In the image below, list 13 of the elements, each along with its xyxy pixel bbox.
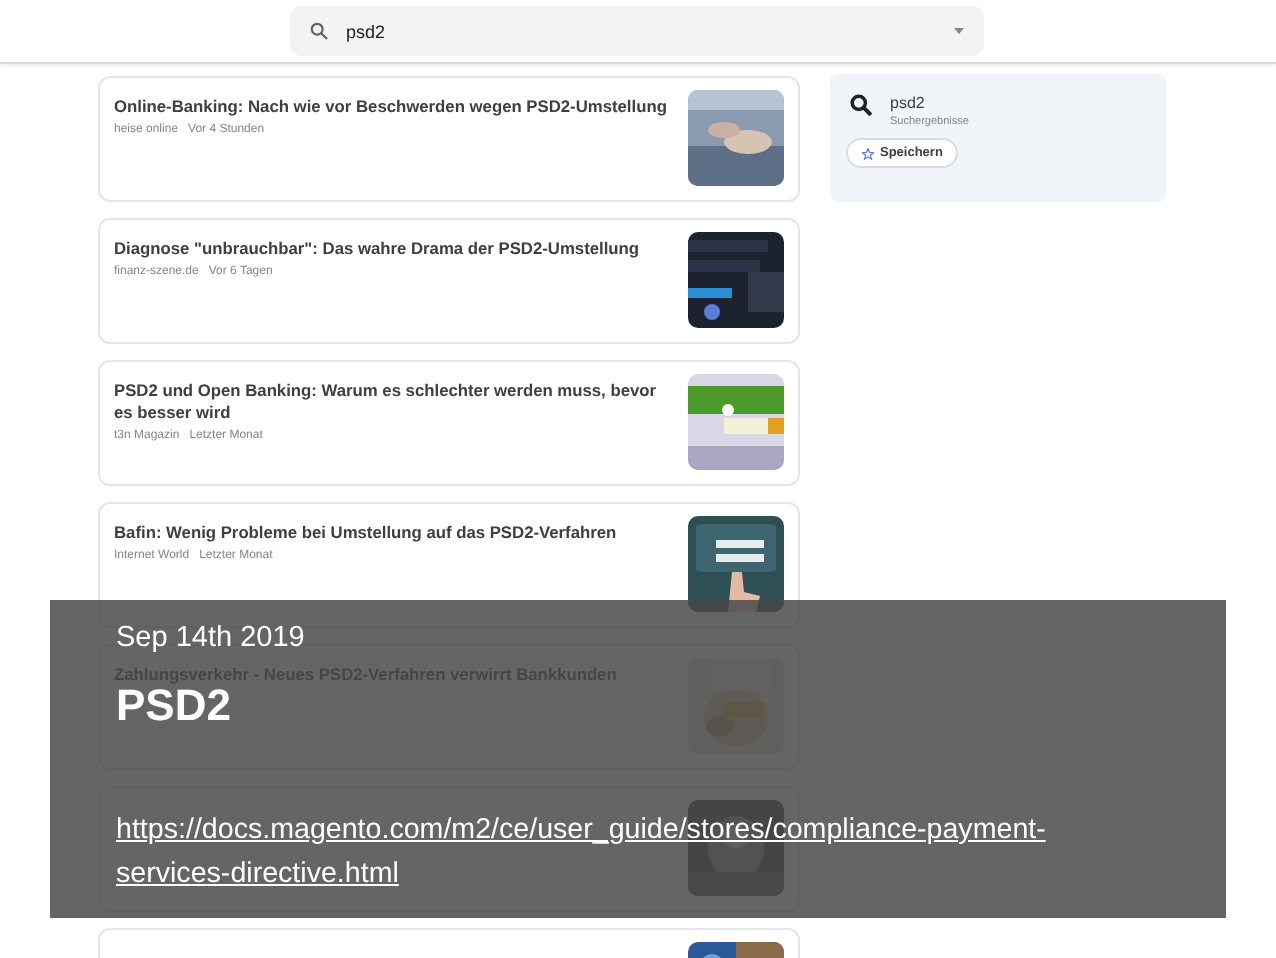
- star-icon: [862, 147, 874, 159]
- search-icon: [850, 94, 872, 116]
- caret-icon[interactable]: [954, 28, 964, 34]
- query-text: psd2: [890, 94, 927, 112]
- slide-date: Sep 14th 2019: [116, 622, 305, 656]
- headline[interactable]: Diagnose "unbrauchbar": Das wahre Drama der PSD2-Umstellung: [114, 238, 672, 260]
- source-link[interactable]: https://docs.magento.com/m2/ce/user_guide/stores/compliance-payment-services-directive.html: [116, 808, 1136, 896]
- slide-title: PSD2: [116, 686, 231, 726]
- search-icon: [310, 22, 328, 40]
- headline[interactable]: Online-Banking: Nach wie vor Beschwerden wegen PSD2-Umstellung: [114, 96, 672, 118]
- search-field[interactable]: psd2: [290, 6, 984, 56]
- headline[interactable]: PSD2 und Open Banking: Warum es schlechter werden muss, bevor es besser wird: [114, 380, 672, 424]
- headline[interactable]: Bafin: Wenig Probleme bei Umstellung auf das PSD2-Verfahren: [114, 522, 672, 544]
